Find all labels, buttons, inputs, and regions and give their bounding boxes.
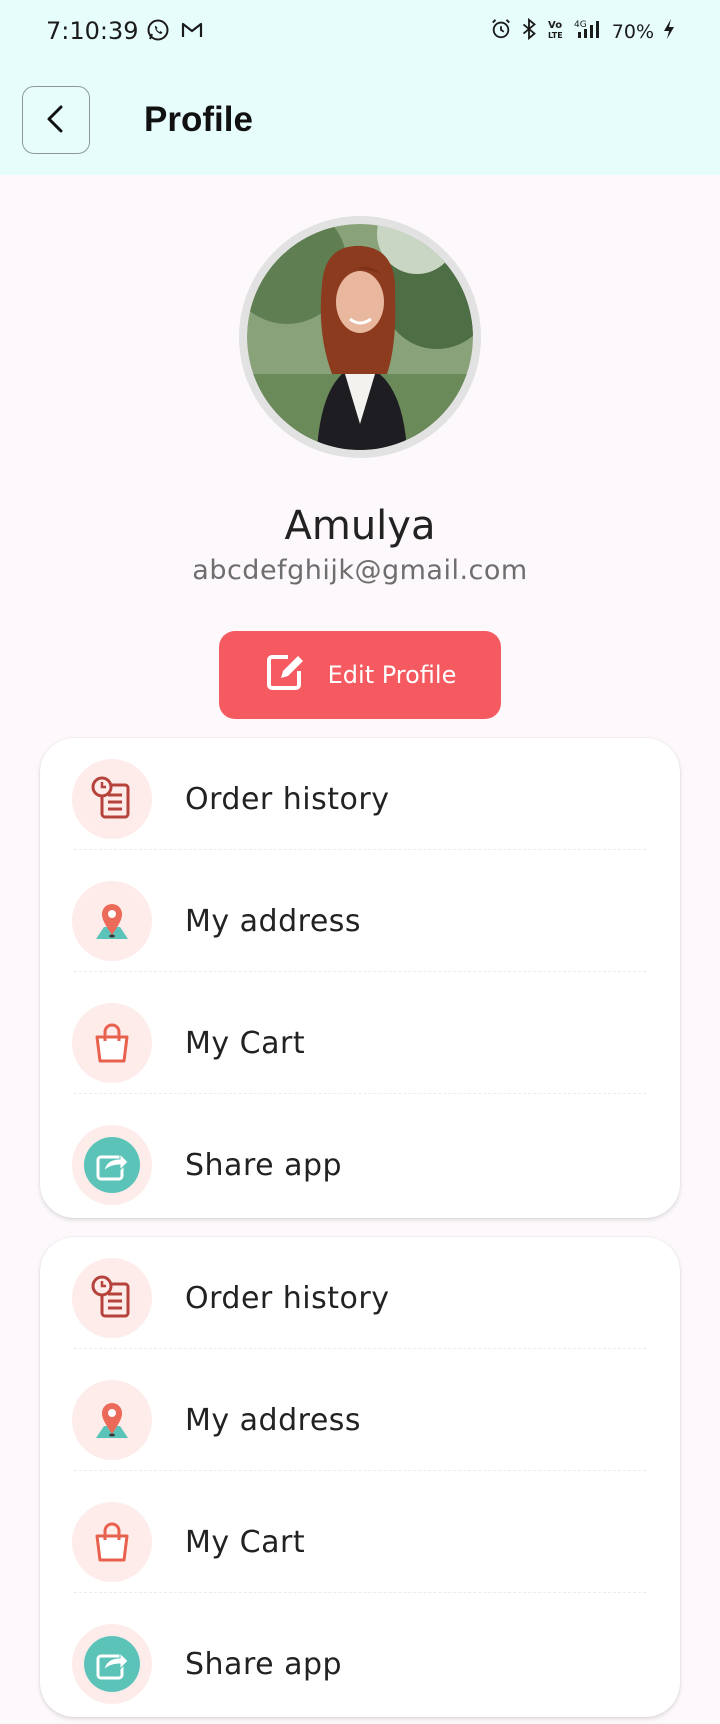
avatar[interactable]	[239, 216, 481, 458]
app-header: 7:10:39 Vo LTE 4G 70% Profile	[0, 0, 720, 175]
menu-item-share-app[interactable]: Share app	[40, 1104, 680, 1226]
divider	[74, 1093, 646, 1094]
divider	[74, 1592, 646, 1593]
menu-card: Order history My address My Cart Share a…	[40, 738, 680, 1218]
signal-4g-icon: 4G	[574, 18, 604, 45]
status-bar: 7:10:39 Vo LTE 4G 70%	[0, 0, 720, 64]
menu-item-my-cart[interactable]: My Cart	[40, 982, 680, 1104]
charging-icon	[662, 18, 676, 45]
profile-photo	[247, 224, 473, 450]
share-icon	[72, 1624, 152, 1704]
menu-item-label: Order history	[185, 781, 390, 817]
status-left-icons	[146, 18, 204, 47]
alarm-icon	[490, 18, 512, 45]
divider	[74, 1348, 646, 1349]
menu-item-order-history[interactable]: Order history	[40, 1237, 680, 1359]
user-name: Amulya	[284, 503, 436, 549]
back-button[interactable]	[22, 86, 90, 154]
location-pin-icon	[72, 881, 152, 961]
order-history-icon	[72, 1258, 152, 1338]
menu-item-my-address[interactable]: My address	[40, 1359, 680, 1481]
svg-text:Vo: Vo	[548, 20, 562, 31]
edit-profile-label: Edit Profile	[327, 661, 457, 689]
svg-text:LTE: LTE	[548, 31, 563, 40]
menu-item-label: My Cart	[185, 1025, 306, 1061]
divider	[74, 971, 646, 972]
battery-percent: 70%	[611, 20, 654, 43]
share-icon	[72, 1125, 152, 1205]
volte-icon: Vo LTE	[546, 18, 566, 45]
location-pin-icon	[72, 1380, 152, 1460]
user-email: abcdefghijk@gmail.com	[192, 555, 528, 586]
menu-item-my-address[interactable]: My address	[40, 860, 680, 982]
chevron-left-icon	[43, 104, 69, 137]
shopping-bag-icon	[72, 1003, 152, 1083]
shopping-bag-icon	[72, 1502, 152, 1582]
menu-item-label: Order history	[185, 1280, 390, 1316]
divider	[74, 849, 646, 850]
status-time: 7:10:39	[46, 17, 139, 45]
order-history-icon	[72, 759, 152, 839]
menu-item-share-app[interactable]: Share app	[40, 1603, 680, 1724]
gmail-icon	[180, 18, 204, 47]
divider	[74, 1470, 646, 1471]
menu-card: Order history My address My Cart Share a…	[40, 1237, 680, 1717]
edit-profile-button[interactable]: Edit Profile	[219, 631, 501, 719]
menu-item-label: My Cart	[185, 1524, 306, 1560]
menu-item-my-cart[interactable]: My Cart	[40, 1481, 680, 1603]
status-right-icons: Vo LTE 4G 70%	[490, 17, 676, 45]
menu-item-label: My address	[185, 1402, 362, 1438]
whatsapp-icon	[146, 18, 170, 47]
menu-item-label: Share app	[185, 1646, 343, 1682]
bluetooth-icon	[520, 17, 538, 45]
menu-item-label: My address	[185, 903, 362, 939]
menu-item-label: Share app	[185, 1147, 343, 1183]
edit-icon	[264, 651, 306, 699]
menu-item-order-history[interactable]: Order history	[40, 738, 680, 860]
svg-text:4G: 4G	[574, 20, 587, 30]
page-title: Profile	[144, 100, 253, 139]
